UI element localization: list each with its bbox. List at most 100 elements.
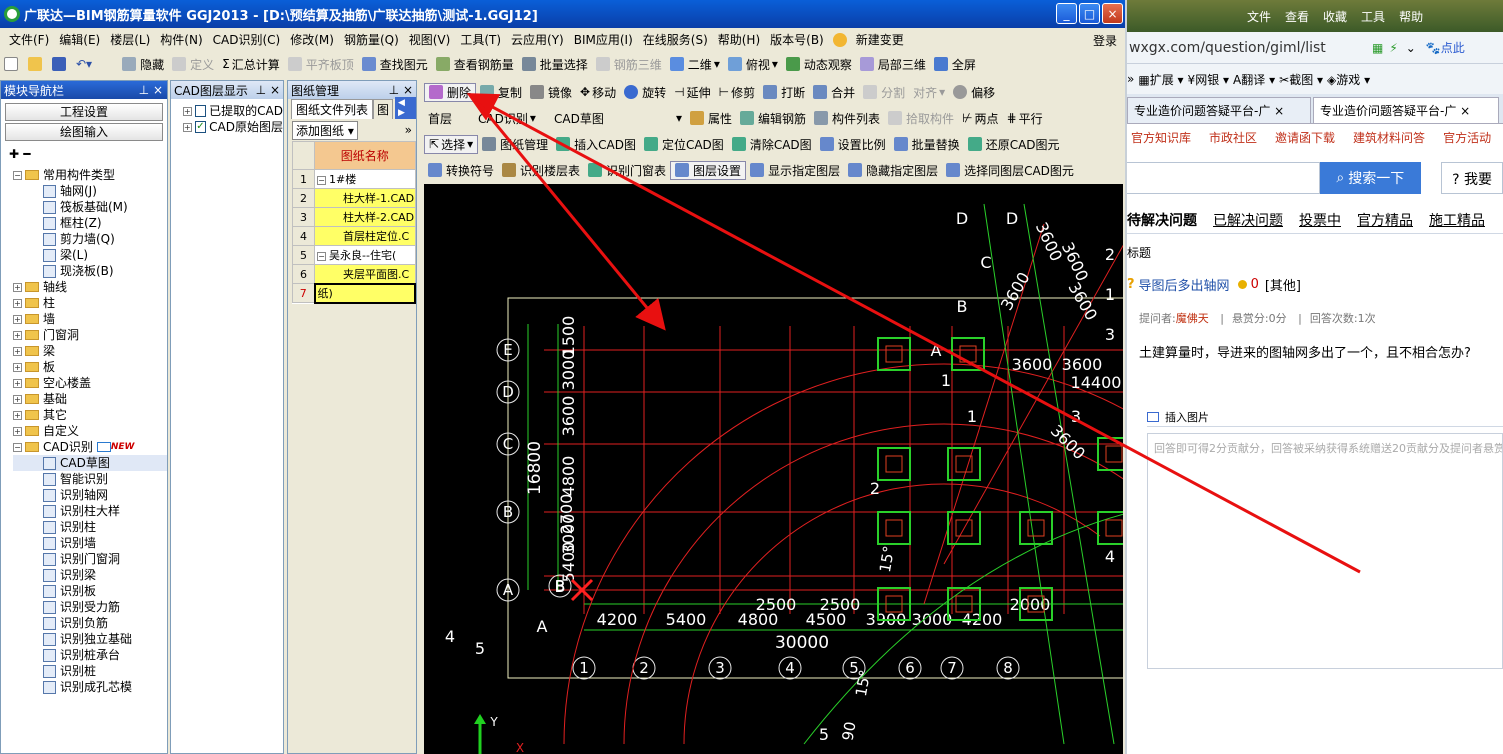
- layer-original[interactable]: + ✓ CAD原始图层: [183, 119, 283, 135]
- convert-symbol-button[interactable]: 转换符号: [424, 162, 498, 179]
- question-title-link[interactable]: 导图后多出轴网: [1139, 275, 1230, 294]
- close-button[interactable]: ×: [1102, 3, 1123, 24]
- tab-other[interactable]: 图: [373, 99, 394, 119]
- browser-menu-view[interactable]: 查看: [1285, 8, 1309, 25]
- paw-icon[interactable]: 🐾点此: [1426, 39, 1465, 56]
- tree-item[interactable]: 现浇板(B): [13, 263, 167, 279]
- maximize-button[interactable]: □: [1079, 3, 1100, 24]
- browser-menu-file[interactable]: 文件: [1247, 8, 1271, 25]
- drawing-manage-button[interactable]: 图纸管理: [478, 136, 552, 153]
- translate-button[interactable]: A翻译 ▾: [1233, 71, 1275, 88]
- tree-item[interactable]: 筏板基础(M): [13, 199, 167, 215]
- layer-extracted[interactable]: + 已提取的CAD: [183, 103, 283, 119]
- tree-item[interactable]: 识别桩承台: [13, 647, 167, 663]
- tree-item[interactable]: 识别受力筋: [13, 599, 167, 615]
- restore-cad-button[interactable]: 还原CAD图元: [964, 136, 1064, 153]
- local-3d-button[interactable]: 局部三维: [856, 56, 930, 73]
- merge-button[interactable]: 合并: [809, 84, 859, 101]
- align-button[interactable]: 对齐 ▾: [909, 84, 949, 101]
- tree-common-types[interactable]: − 常用构件类型: [13, 167, 167, 183]
- search-button[interactable]: ⌕ 搜索一下: [1319, 162, 1422, 194]
- move-button[interactable]: ✥ 移动: [576, 84, 620, 101]
- close-icon[interactable]: ⊥ ×: [389, 83, 413, 97]
- collapse-icon[interactable]: −: [317, 252, 326, 261]
- fullscreen-button[interactable]: 全屏: [930, 56, 980, 73]
- cad-drawing-canvas[interactable]: E D C B A B 1 2 3 4 5 6 7 8 4200 5400 4800 4500 3900 3000 42…: [424, 184, 1123, 754]
- game-button[interactable]: ◈游戏 ▾: [1327, 71, 1370, 88]
- component-list-button[interactable]: 构件列表: [810, 110, 884, 127]
- tree-item[interactable]: 识别板: [13, 583, 167, 599]
- break-button[interactable]: 打断: [759, 84, 809, 101]
- tree-item[interactable]: 智能识别: [13, 471, 167, 487]
- tree-item[interactable]: 剪力墙(Q): [13, 231, 167, 247]
- link-knowledge[interactable]: 官方知识库: [1131, 129, 1191, 146]
- locate-cad-button[interactable]: 定位CAD图: [640, 136, 728, 153]
- browser-menu-tools[interactable]: 工具: [1361, 8, 1385, 25]
- menu-cad[interactable]: CAD识别(C): [208, 31, 286, 48]
- view-rebar-button[interactable]: 查看钢筋量: [432, 56, 518, 73]
- find-element-button[interactable]: 查找图元: [358, 56, 432, 73]
- menu-file[interactable]: 文件(F): [4, 31, 54, 48]
- answer-textarea[interactable]: 回答即可得2分贡献分，回答被采纳获得系统赠送20贡献分及提问者悬赏: [1147, 433, 1503, 669]
- clear-cad-button[interactable]: 清除CAD图: [728, 136, 816, 153]
- tree-item[interactable]: 识别桩: [13, 663, 167, 679]
- address-bar[interactable]: wxgx.com/question/giml/list: [1127, 40, 1372, 56]
- drawing-name[interactable]: 柱大样-1.CAD: [314, 188, 416, 208]
- tree-folder[interactable]: + 梁: [13, 343, 167, 359]
- hide-button[interactable]: 隐藏: [118, 56, 168, 73]
- browser-menu-favorites[interactable]: 收藏: [1323, 8, 1347, 25]
- dynamic-observe-button[interactable]: 动态观察: [782, 56, 856, 73]
- edit-rebar-button[interactable]: 编辑钢筋: [736, 110, 810, 127]
- tree-folder[interactable]: + 板: [13, 359, 167, 375]
- batch-replace-button[interactable]: 批量替换: [890, 136, 964, 153]
- browser-menu-help[interactable]: 帮助: [1399, 8, 1423, 25]
- two-point-button[interactable]: ⊬ 两点: [958, 110, 1002, 127]
- tree-item[interactable]: 识别独立基础: [13, 631, 167, 647]
- drawing-name[interactable]: 纸): [313, 282, 416, 304]
- tree-item[interactable]: 框柱(Z): [13, 215, 167, 231]
- menu-floor[interactable]: 楼层(L): [105, 31, 155, 48]
- tree-item[interactable]: 识别轴网: [13, 487, 167, 503]
- tree-item[interactable]: 识别门窗洞: [13, 551, 167, 567]
- compat-icon[interactable]: ▦: [1372, 41, 1383, 55]
- menu-new-change[interactable]: 新建变更: [851, 31, 909, 48]
- table-row[interactable]: 1−1#楼: [292, 169, 416, 189]
- drawing-name[interactable]: 首层柱定位.C: [314, 226, 416, 246]
- tab-drawing-list[interactable]: 图纸文件列表: [291, 99, 374, 119]
- lightning-icon[interactable]: ⚡: [1389, 41, 1397, 55]
- checkbox-checked[interactable]: ✓: [194, 121, 207, 133]
- tree-item[interactable]: 梁(L): [13, 247, 167, 263]
- view-2d-select[interactable]: 二维 ▾: [666, 56, 724, 73]
- add-drawing-button[interactable]: 添加图纸 ▾: [292, 120, 358, 140]
- minimize-button[interactable]: _: [1056, 3, 1077, 24]
- batch-select-button[interactable]: 批量选择: [518, 56, 592, 73]
- link-activities[interactable]: 官方活动: [1443, 129, 1491, 146]
- table-row[interactable]: 3 柱大样-2.CAD: [292, 207, 416, 227]
- extend-button[interactable]: ⊣ 延伸: [670, 84, 714, 101]
- link-invite[interactable]: 邀请函下载: [1275, 129, 1335, 146]
- split-button[interactable]: 分割: [859, 84, 909, 101]
- qtab-official[interactable]: 官方精品: [1357, 210, 1413, 230]
- parallel-button[interactable]: ⋕ 平行: [1003, 110, 1047, 127]
- qtab-construction[interactable]: 施工精品: [1429, 210, 1485, 230]
- tree-cad-recognition[interactable]: − CAD识别 NEW: [13, 439, 167, 455]
- more-icon[interactable]: »: [405, 123, 412, 137]
- close-icon[interactable]: ⊥ ×: [256, 83, 280, 97]
- insert-image-icon[interactable]: [1147, 411, 1159, 422]
- recognize-door-table-button[interactable]: 识别门窗表: [584, 162, 670, 179]
- layer-settings-button[interactable]: 图层设置: [670, 160, 747, 180]
- rebar-3d-button[interactable]: 钢筋三维: [592, 56, 666, 73]
- insert-cad-button[interactable]: 插入CAD图: [552, 136, 640, 153]
- qtab-pending[interactable]: 待解决问题: [1127, 210, 1197, 230]
- rotate-button[interactable]: 旋转: [620, 84, 670, 101]
- mirror-button[interactable]: 镜像: [526, 84, 576, 101]
- cad-drawing-svg[interactable]: EDCBA B1 2 3 4 5 6 7 84200 5400 4800 4500 3900 3000 42…: [424, 184, 1123, 754]
- insert-image-button[interactable]: 插入图片: [1165, 409, 1209, 425]
- properties-button[interactable]: 属性: [686, 110, 736, 127]
- tree-folder[interactable]: + 轴线: [13, 279, 167, 295]
- copy-button[interactable]: 复制: [476, 84, 526, 101]
- table-row[interactable]: 5− 吴永良--住宅(: [292, 245, 416, 265]
- new-file-icon[interactable]: [0, 57, 24, 71]
- browser-tab-1[interactable]: 专业造价问题答疑平台-广 ×: [1127, 97, 1311, 123]
- cad-recognize-select[interactable]: CAD识别 ▾: [474, 110, 550, 127]
